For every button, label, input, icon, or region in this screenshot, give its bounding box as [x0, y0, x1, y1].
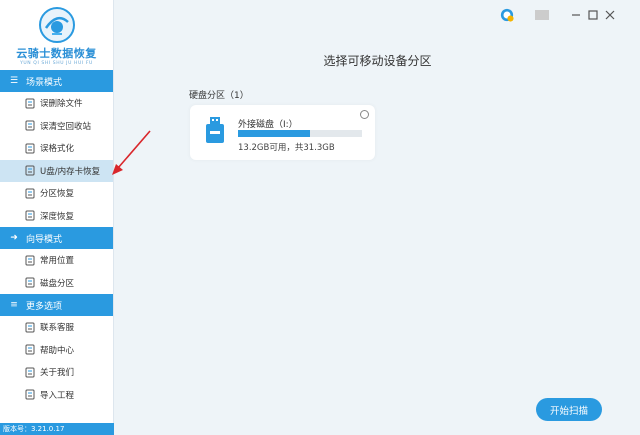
location-icon — [24, 255, 35, 266]
sidebar-item[interactable]: 导入工程 — [0, 384, 113, 407]
sidebar-item-label: 误删除文件 — [40, 99, 83, 110]
sidebar-item-label: 深度恢复 — [40, 211, 75, 222]
app-logo: 云骑士数据恢复 YUN QI SHI SHU JU HUI FU — [0, 0, 113, 70]
sidebar-sections: ☰ 场景模式误删除文件误清空回收站 误格式化 U盘/内存卡恢复 分区恢复深度恢复 ➜ 向导模… — [0, 70, 113, 406]
start-scan-button[interactable]: 开始扫描 — [536, 398, 602, 421]
sidebar-item[interactable]: 分区恢复 — [0, 182, 113, 205]
section-label: 更多选项 — [26, 301, 63, 312]
partition-group-label: 硬盘分区（1） — [189, 91, 249, 101]
sidebar-item-label: 关于我们 — [40, 368, 75, 379]
info-icon — [24, 367, 35, 378]
sidebar-item-label: 帮助中心 — [40, 345, 75, 356]
sidebar-item-label: 误格式化 — [40, 144, 75, 155]
deep-scan-icon — [24, 210, 35, 221]
drive-name: 外接磁盘（I:） — [238, 120, 298, 130]
minimize-icon[interactable] — [569, 8, 583, 22]
sidebar-item[interactable]: 误清空回收站 — [0, 115, 113, 138]
sidebar-item-label: 磁盘分区 — [40, 278, 75, 289]
maximize-icon[interactable] — [586, 8, 600, 22]
sidebar-item[interactable]: 深度恢复 — [0, 205, 113, 228]
title-bar — [115, 0, 640, 32]
sidebar-item-label: U盘/内存卡恢复 — [40, 166, 101, 177]
drive-select-radio[interactable] — [360, 110, 369, 119]
logo-icon — [38, 6, 76, 44]
menu-icon[interactable] — [535, 8, 549, 22]
close-icon[interactable] — [603, 8, 617, 22]
drive-usage-bar — [238, 130, 362, 137]
sidebar-item[interactable]: 常用位置 — [0, 249, 113, 272]
drive-card[interactable]: 外接磁盘（I:） 13.2GB可用，共31.3GB — [190, 105, 375, 160]
app-subtitle: YUN QI SHI SHU JU HUI FU — [20, 61, 93, 66]
help-icon — [24, 344, 35, 355]
usb-card-icon — [24, 165, 35, 176]
usb-drive-icon — [204, 117, 226, 146]
sidebar-item-label: 误清空回收站 — [40, 121, 92, 132]
sidebar-item[interactable]: 误格式化 — [0, 137, 113, 160]
upgrade-badge-icon[interactable] — [500, 8, 514, 22]
trash-file-icon — [24, 98, 35, 109]
sidebar-item-label: 分区恢复 — [40, 189, 75, 200]
sidebar-item[interactable]: U盘/内存卡恢复 — [0, 159, 113, 182]
partition-icon — [24, 188, 35, 199]
arrow-shaft — [117, 130, 151, 169]
sidebar: 云骑士数据恢复 YUN QI SHI SHU JU HUI FU ☰ 场景模式误删… — [0, 0, 114, 435]
sidebar-item-label: 联系客服 — [40, 323, 75, 334]
recycle-bin-icon — [24, 120, 35, 131]
drive-usage-fill — [238, 130, 310, 137]
sidebar-item[interactable]: 联系客服 — [0, 316, 113, 339]
disk-icon — [24, 277, 35, 288]
app-title: 云骑士数据恢复 — [16, 47, 97, 60]
sidebar-item[interactable]: 磁盘分区 — [0, 272, 113, 295]
sidebar-item[interactable]: 关于我们 — [0, 361, 113, 384]
version-label: 版本号：3.21.0.17 — [0, 423, 114, 435]
sidebar-section-header: ☰ 场景模式 — [0, 70, 113, 92]
format-icon — [24, 143, 35, 154]
page-title: 选择可移动设备分区 — [323, 54, 432, 68]
section-icon: ☰ — [9, 76, 19, 86]
sidebar-item[interactable]: 帮助中心 — [0, 339, 113, 362]
section-label: 场景模式 — [26, 77, 63, 88]
section-label: 向导模式 — [26, 234, 63, 245]
section-icon: ≡ — [10, 300, 18, 310]
sidebar-item-label: 导入工程 — [40, 390, 75, 401]
phone-icon — [24, 322, 35, 333]
import-icon — [24, 389, 35, 400]
section-icon: ➜ — [10, 233, 18, 243]
sidebar-section-header: ≡ 更多选项 — [0, 294, 113, 316]
sidebar-section-header: ➜ 向导模式 — [0, 227, 113, 249]
sidebar-item-label: 常用位置 — [40, 256, 75, 267]
drive-capacity: 13.2GB可用，共31.3GB — [238, 143, 335, 153]
sidebar-item[interactable]: 误删除文件 — [0, 92, 113, 115]
